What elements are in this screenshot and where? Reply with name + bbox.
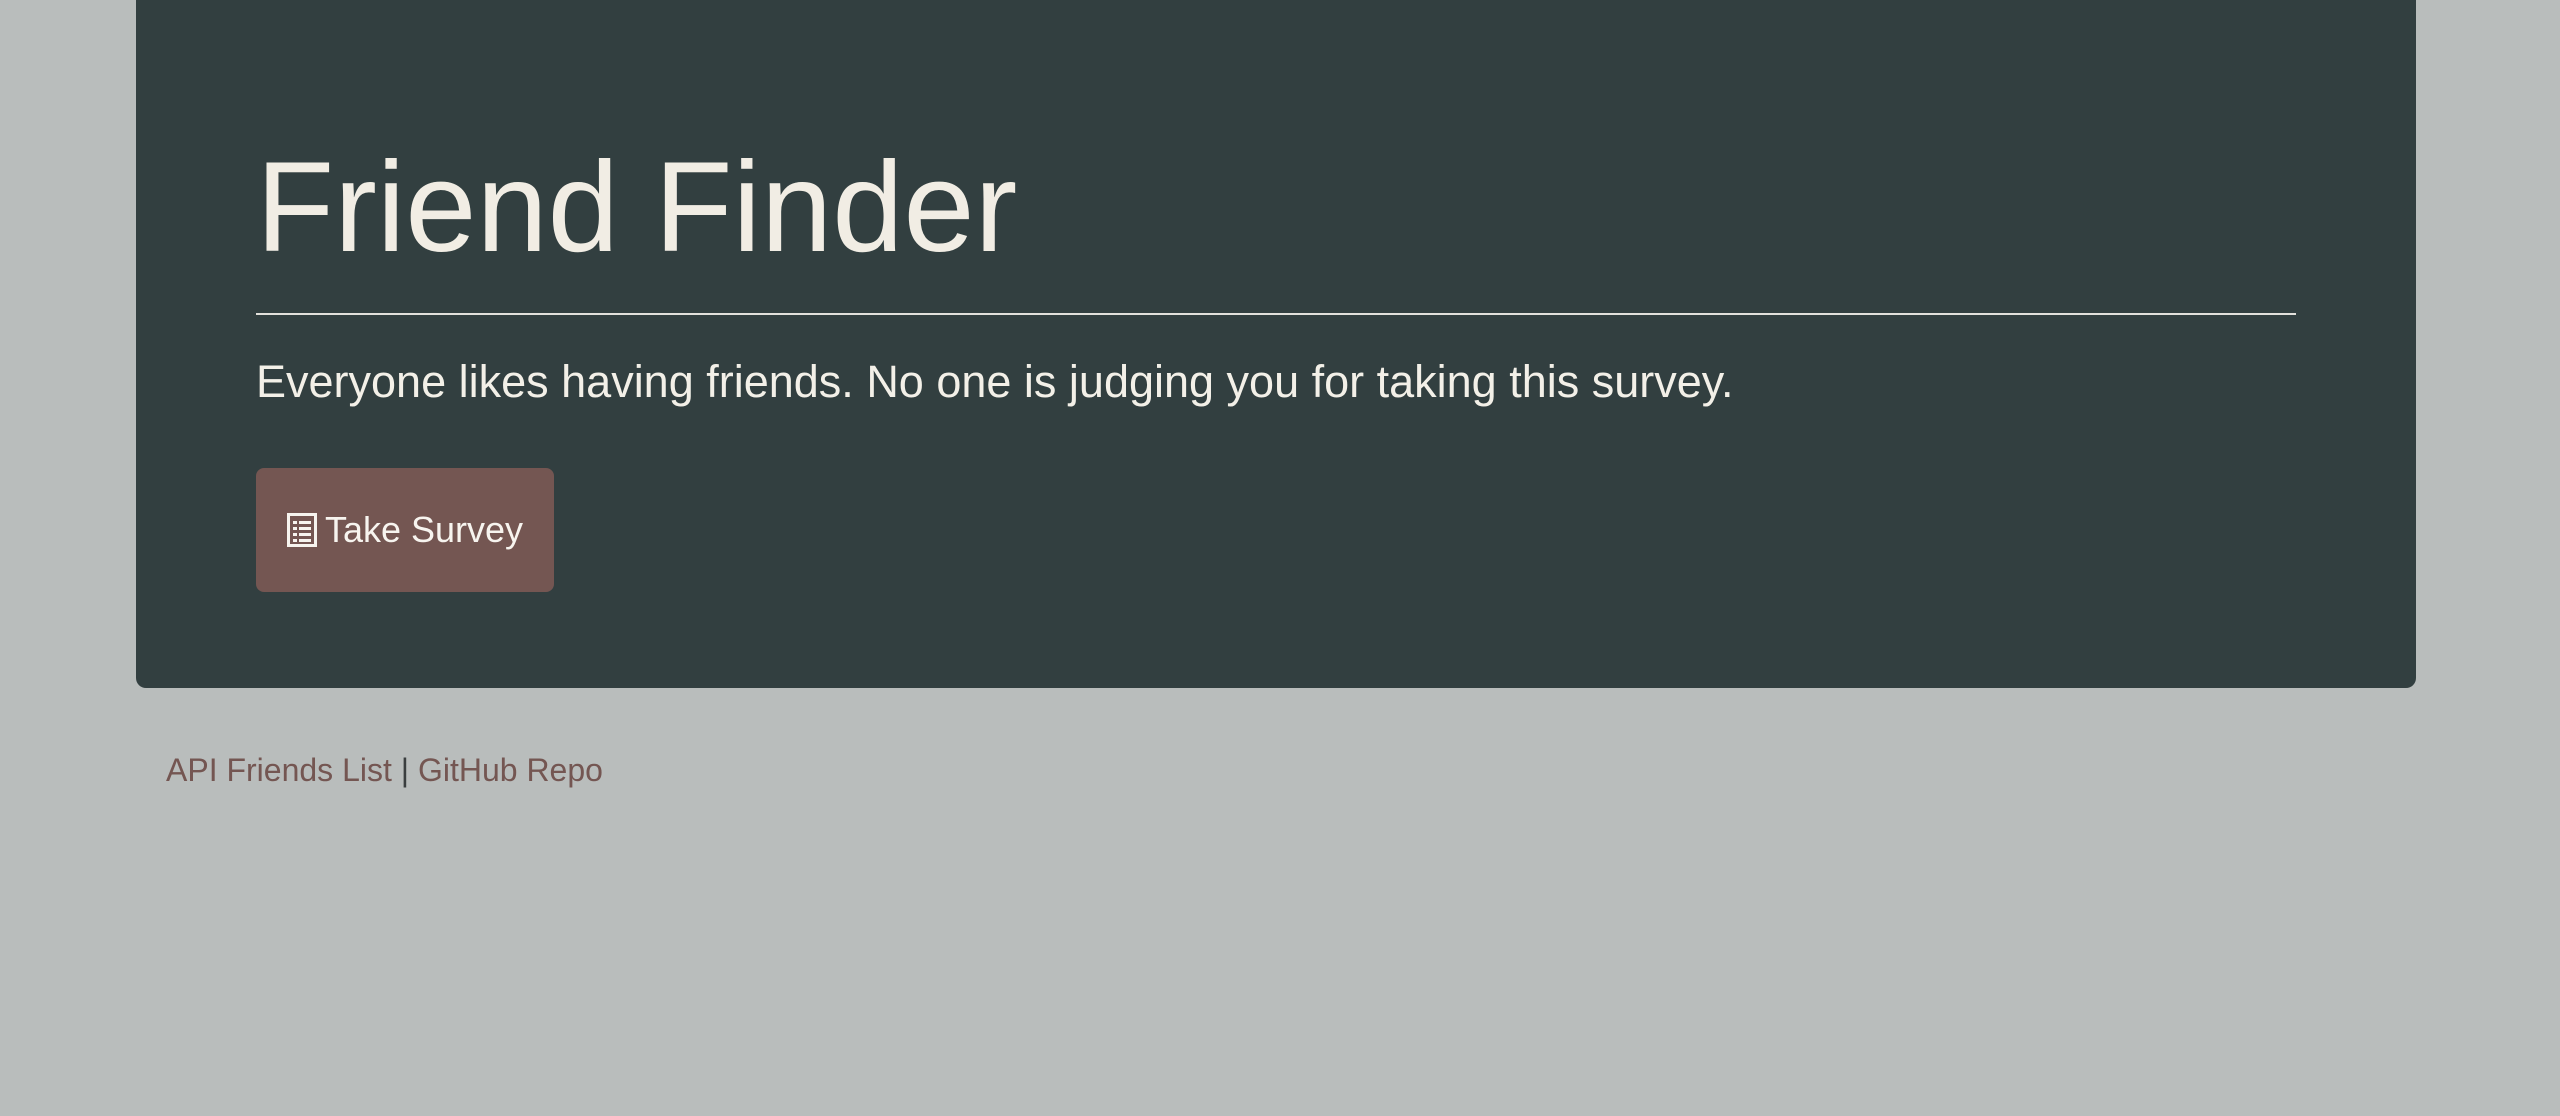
page-title: Friend Finder	[256, 136, 1018, 279]
list-alt-icon	[286, 513, 317, 547]
api-friends-list-link[interactable]: API Friends List	[166, 752, 392, 788]
lead-text: Everyone likes having friends. No one is…	[256, 356, 1734, 407]
footer-links: API Friends List | GitHub Repo	[166, 746, 603, 794]
title-divider	[256, 313, 2296, 315]
footer-separator: |	[400, 752, 410, 788]
take-survey-label: Take Survey	[324, 509, 524, 550]
hero-panel: Friend Finder Everyone likes having frie…	[136, 0, 2416, 688]
github-repo-link[interactable]: GitHub Repo	[418, 752, 603, 788]
take-survey-button[interactable]: Take Survey	[256, 468, 554, 592]
